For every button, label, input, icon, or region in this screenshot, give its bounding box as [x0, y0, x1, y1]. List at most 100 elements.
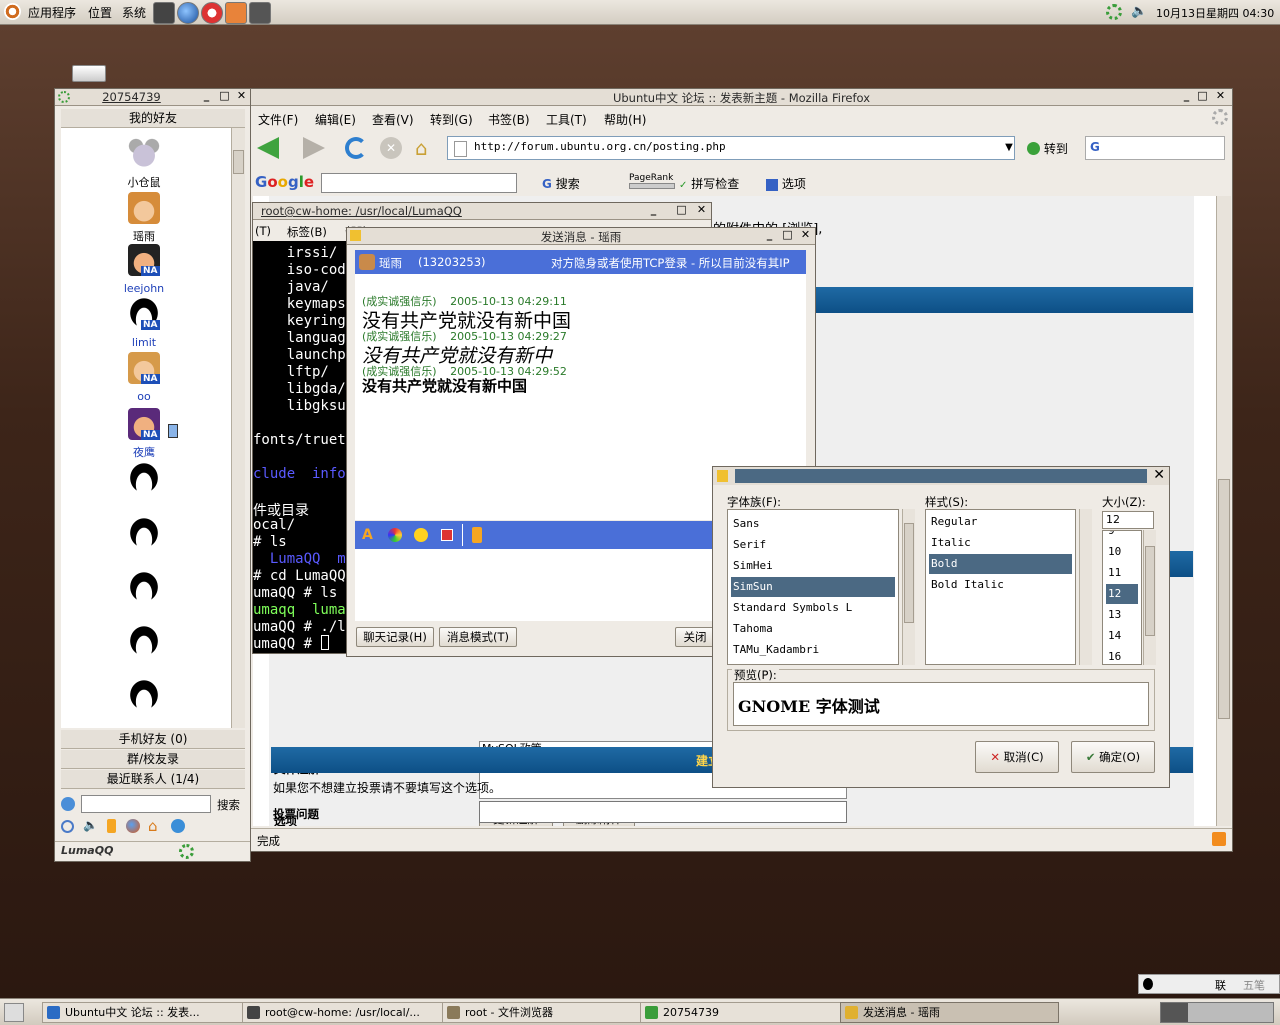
font-size-item[interactable]: 10 — [1106, 542, 1138, 562]
group-header-friends[interactable]: 我的好友 — [61, 109, 245, 128]
terminal-maximize-button[interactable]: □ — [676, 204, 687, 216]
font-style-item[interactable]: Regular — [929, 512, 1072, 532]
sound-icon[interactable]: 🔈 — [83, 818, 98, 832]
menu-places[interactable]: 位置 — [88, 4, 112, 21]
chat-minimize-button[interactable]: _ — [764, 229, 775, 241]
page-scroll-thumb[interactable] — [1218, 479, 1230, 719]
url-bar[interactable]: http://forum.ubuntu.org.cn/posting.php — [447, 136, 1015, 160]
terminal-close-button[interactable]: ✕ — [696, 204, 707, 216]
volume-icon[interactable]: 🔈 — [1131, 4, 1147, 19]
taskbar-item[interactable]: Ubuntu中文 论坛 :: 发表... — [42, 1002, 261, 1023]
menu-file[interactable]: 文件(F) — [258, 111, 298, 128]
google-logo[interactable]: Google — [255, 173, 314, 191]
reload-icon[interactable] — [345, 137, 367, 159]
menu-applications[interactable]: 应用程序 — [28, 4, 76, 21]
preview-box[interactable]: GNOME 字体测试 — [733, 682, 1149, 726]
contact-hamster[interactable]: 小仓鼠 — [61, 128, 231, 189]
help-launcher-icon[interactable] — [201, 2, 223, 24]
forward-button[interactable] — [303, 137, 325, 159]
go-button[interactable]: 转到 — [1027, 140, 1068, 157]
font-family-item[interactable]: Serif — [731, 535, 895, 555]
phone-icon[interactable] — [107, 819, 116, 833]
font-size-item[interactable]: 13 — [1106, 605, 1138, 625]
terminal-menu-tabs[interactable]: 标签(B) — [287, 224, 327, 240]
ime-bar[interactable]: 联 五笔 — [1138, 974, 1280, 994]
font-icon[interactable]: A — [362, 527, 373, 543]
minimize-button[interactable]: _ — [1181, 90, 1192, 102]
clock[interactable]: 10月13日星期四 04:30 — [1156, 5, 1274, 21]
font-family-item[interactable]: Standard Symbols L — [731, 598, 895, 618]
offline-penguin-icon[interactable] — [128, 461, 160, 495]
online-status-icon[interactable] — [179, 844, 194, 859]
console-launcher-icon[interactable] — [249, 2, 271, 24]
search-box[interactable]: G — [1085, 136, 1225, 160]
firefox-icon[interactable] — [126, 819, 140, 833]
font-ok-button[interactable]: ✔ 确定(O) — [1071, 741, 1155, 773]
font-dialog-close-button[interactable]: ✕ — [1153, 467, 1165, 483]
menu-help[interactable]: 帮助(H) — [604, 111, 646, 128]
ubuntu-logo-icon[interactable] — [4, 3, 21, 20]
show-desktop-button[interactable] — [4, 1003, 24, 1022]
chat-close-button[interactable]: ✕ — [800, 229, 811, 241]
terminal-titlebar[interactable]: root@cw-home: /usr/local/LumaQQ _ □ ✕ — [253, 203, 711, 220]
font-style-item[interactable]: Bold Italic — [929, 575, 1072, 595]
font-size-item[interactable]: 11 — [1106, 563, 1138, 583]
taskbar-item[interactable]: 发送消息 - 瑶雨 — [840, 1002, 1059, 1023]
workspace-switcher[interactable] — [1160, 1002, 1274, 1023]
font-cancel-button[interactable]: ✕ 取消(C) — [975, 741, 1059, 773]
family-scroll-thumb[interactable] — [904, 523, 914, 623]
size-scroll-thumb[interactable] — [1145, 546, 1155, 636]
home-icon[interactable]: ⌂ — [415, 137, 437, 159]
google-search-input[interactable] — [321, 173, 517, 193]
menu-system[interactable]: 系统 — [122, 4, 146, 21]
find-icon[interactable] — [61, 820, 74, 833]
terminal-launcher-icon[interactable] — [153, 2, 175, 24]
terminal-minimize-button[interactable]: _ — [648, 204, 659, 216]
menu-view[interactable]: 查看(V) — [372, 111, 414, 128]
message-mode-button[interactable]: 消息模式(T) — [439, 627, 517, 647]
color-icon[interactable] — [388, 528, 402, 542]
size-scrollbar[interactable] — [1143, 530, 1156, 665]
taskbar-item[interactable]: root@cw-home: /usr/local/... — [242, 1002, 461, 1023]
menu-go[interactable]: 转到(G) — [430, 111, 473, 128]
lumaqq-titlebar[interactable]: 20754739 _ □ ✕ — [55, 89, 250, 106]
url-dropdown-button[interactable]: ▼ — [1002, 137, 1016, 159]
font-family-item[interactable]: TAMu_Kadambri — [731, 640, 895, 660]
close-button[interactable]: ✕ — [1215, 90, 1226, 102]
qq-search-button[interactable]: 搜索 — [217, 797, 240, 813]
chat-maximize-button[interactable]: □ — [782, 229, 793, 241]
family-scrollbar[interactable] — [902, 509, 915, 665]
browser-launcher-icon[interactable] — [177, 2, 199, 24]
font-style-list[interactable]: Regular Italic Bold Bold Italic — [925, 509, 1076, 665]
mobile-icon[interactable] — [472, 527, 482, 543]
contact-list-scrollbar[interactable] — [231, 128, 245, 728]
font-size-item[interactable]: 9 — [1106, 531, 1138, 541]
options-button[interactable]: 选项 — [766, 175, 806, 192]
poll-question-input[interactable] — [479, 801, 847, 823]
taskbar-item[interactable]: 20754739 — [640, 1002, 859, 1023]
desktop-drive-icon[interactable] — [72, 65, 106, 82]
home-icon[interactable]: ⌂ — [148, 817, 158, 835]
contact-yeying[interactable]: NA 夜鹰 — [61, 398, 231, 459]
qq-search-input[interactable] — [81, 795, 211, 813]
terminal-menu-terminal[interactable]: (T) — [255, 224, 271, 238]
font-size-item[interactable]: 12 — [1106, 584, 1138, 604]
menu-tools[interactable]: 工具(T) — [546, 111, 587, 128]
contact-yaoyu[interactable]: 瑶雨 — [61, 182, 231, 243]
font-family-item[interactable]: SimHei — [731, 556, 895, 576]
group-recent-contacts[interactable]: 最近联系人 (1/4) — [61, 770, 245, 789]
taskbar-item[interactable]: root - 文件浏览器 — [442, 1002, 661, 1023]
font-family-item[interactable]: Sans — [731, 514, 895, 534]
font-style-item[interactable]: Italic — [929, 533, 1072, 553]
rss-icon[interactable] — [1212, 832, 1226, 846]
chat-titlebar[interactable]: 发送消息 - 瑶雨 _ □ ✕ — [347, 228, 815, 245]
emoticon-icon[interactable] — [414, 528, 428, 542]
offline-penguin-icon[interactable] — [128, 570, 160, 604]
font-size-item[interactable]: 14 — [1106, 626, 1138, 646]
font-style-item[interactable]: Bold — [929, 554, 1072, 574]
contact-scroll-thumb[interactable] — [233, 150, 244, 174]
size-entry[interactable]: 12 — [1102, 511, 1154, 529]
font-dialog-titlebar[interactable]: ✕ — [713, 467, 1169, 485]
offline-penguin-icon[interactable] — [128, 678, 160, 712]
google-search-button[interactable]: G 搜索 — [542, 175, 580, 192]
